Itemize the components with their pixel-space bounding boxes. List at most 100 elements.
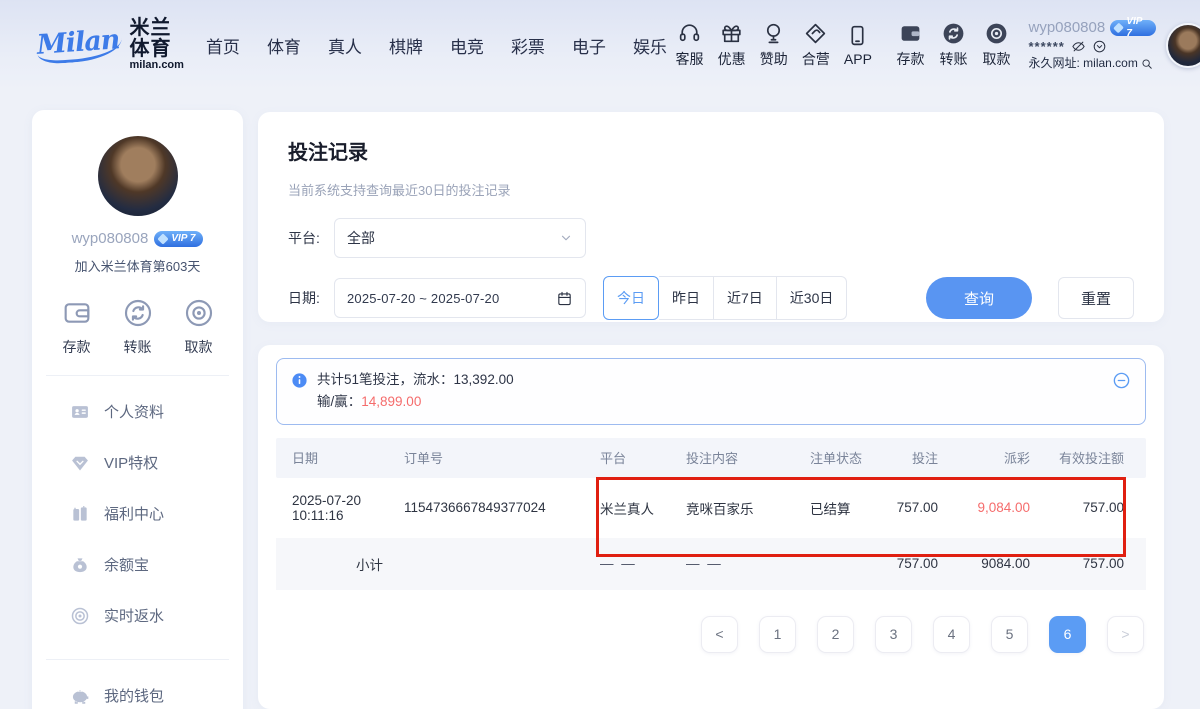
vip-diamond-icon	[70, 453, 90, 473]
subtotal-content-dash: — —	[670, 556, 794, 571]
withdraw-button[interactable]: 取款	[976, 21, 1016, 69]
table-header: 日期 订单号 平台 投注内容 注单状态 投注 派彩 有效投注额	[276, 438, 1146, 478]
transfer-icon	[941, 21, 966, 46]
subtotal-valid: 757.00	[1052, 556, 1146, 571]
sidebar-deposit-button[interactable]: 存款	[61, 297, 93, 357]
handshake-icon	[803, 21, 828, 46]
vip-diamond-icon	[1113, 23, 1124, 34]
range-today-button[interactable]: 今日	[603, 276, 659, 320]
withdraw-outline-icon	[183, 297, 215, 329]
chevron-down-icon	[559, 231, 573, 245]
nav-item-sports[interactable]: 体育	[267, 33, 301, 58]
pagination-page-3[interactable]: 3	[875, 616, 912, 653]
pagination: < 1 2 3 4 5 6 >	[276, 616, 1146, 653]
winloss-value: 14,899.00	[361, 394, 421, 409]
user-info: wyp080808 VIP 7 ****** 永久网址: milan.com	[1028, 19, 1156, 71]
eye-slash-icon[interactable]	[1071, 39, 1086, 54]
reset-button[interactable]: 重置	[1058, 277, 1134, 319]
vip-badge: VIP 7	[1110, 20, 1156, 36]
nav-item-live[interactable]: 真人	[328, 33, 362, 58]
col-date: 日期	[276, 448, 388, 467]
username-text: wyp080808	[1028, 19, 1105, 38]
main-nav: 首页 体育 真人 棋牌 电竞 彩票 电子 娱乐	[206, 33, 667, 58]
sidebar-username: wyp080808	[72, 230, 149, 247]
app-button[interactable]: APP	[838, 23, 877, 67]
subtotal-label: 小计	[276, 554, 388, 574]
partner-button[interactable]: 合营	[796, 21, 835, 69]
search-icon[interactable]	[1140, 57, 1154, 71]
service-button[interactable]: 客服	[670, 21, 709, 69]
range-30days-button[interactable]: 近30日	[777, 276, 848, 320]
nav-item-cards[interactable]: 棋牌	[389, 33, 423, 58]
cell-payout: 9,084.00	[960, 500, 1052, 515]
search-button[interactable]: 查询	[926, 277, 1032, 319]
subtotal-row: 小计 — — — — 757.00 9084.00 757.00	[276, 538, 1146, 590]
sidebar-item-vip[interactable]: VIP特权	[70, 437, 243, 488]
pagination-page-2[interactable]: 2	[817, 616, 854, 653]
site-logo[interactable]: Milan 米兰体育 milan.com	[37, 18, 184, 72]
piggy-bank-icon	[70, 686, 90, 706]
col-bet: 投注	[886, 448, 960, 467]
refresh-circle-icon[interactable]	[1092, 39, 1107, 54]
platform-label: 平台:	[288, 228, 334, 248]
promo-label: 优惠	[718, 49, 746, 69]
info-icon	[291, 372, 308, 389]
balance-masked-text: ******	[1028, 39, 1064, 55]
col-valid: 有效投注额	[1052, 448, 1146, 467]
headset-icon	[677, 21, 702, 46]
pagination-next-button[interactable]: >	[1107, 616, 1144, 653]
subtotal-payout: 9084.00	[960, 556, 1052, 571]
range-7days-button[interactable]: 近7日	[714, 276, 777, 320]
sidebar-transfer-button[interactable]: 转账	[122, 297, 154, 357]
col-status: 注单状态	[794, 448, 886, 467]
pagination-page-4[interactable]: 4	[933, 616, 970, 653]
date-range-input[interactable]: 2025-07-20 ~ 2025-07-20	[334, 278, 586, 318]
filter-card: 投注记录 当前系统支持查询最近30日的投注记录 平台: 全部 日期: 2025-…	[258, 112, 1164, 322]
deposit-button[interactable]: 存款	[890, 21, 930, 69]
wallet-outline-icon	[61, 297, 93, 329]
sidebar-withdraw-button[interactable]: 取款	[183, 297, 215, 357]
nav-item-slots[interactable]: 电子	[572, 33, 606, 58]
transfer-button[interactable]: 转账	[933, 21, 973, 69]
range-yesterday-button[interactable]: 昨日	[659, 276, 714, 320]
turnover-value: 13,392.00	[454, 372, 514, 387]
nav-item-entertainment[interactable]: 娱乐	[633, 33, 667, 58]
nav-item-lottery[interactable]: 彩票	[511, 33, 545, 58]
platform-select[interactable]: 全部	[334, 218, 586, 258]
logo-domain-text: milan.com	[130, 60, 184, 72]
sidebar-item-wallet[interactable]: 我的钱包	[70, 670, 243, 709]
sidebar-item-yuebao[interactable]: 余额宝	[70, 539, 243, 590]
table-row: 2025-07-20 10:11:16 1154736667849377024 …	[276, 478, 1146, 538]
pagination-page-1[interactable]: 1	[759, 616, 796, 653]
nav-item-home[interactable]: 首页	[206, 33, 240, 58]
sidebar-item-rebate[interactable]: 实时返水	[70, 590, 243, 641]
sidebar-vip-badge: VIP 7	[154, 231, 203, 247]
partner-label: 合营	[802, 49, 830, 69]
sponsor-button[interactable]: 赞助	[754, 21, 793, 69]
sidebar-item-welfare[interactable]: 福利中心	[70, 488, 243, 539]
col-payout: 派彩	[960, 448, 1052, 467]
calendar-icon	[556, 290, 573, 307]
pagination-page-6-active[interactable]: 6	[1049, 616, 1086, 653]
user-avatar[interactable]	[1166, 23, 1200, 68]
sidebar-item-profile[interactable]: 个人资料	[70, 386, 243, 437]
nav-item-esports[interactable]: 电竞	[450, 33, 484, 58]
records-card: 共计51笔投注，流水：13,392.00 输/赢：14,899.00 日期 订单…	[258, 345, 1164, 709]
cell-bet: 757.00	[886, 500, 960, 515]
cell-status: 已结算	[794, 498, 886, 518]
pagination-page-5[interactable]: 5	[991, 616, 1028, 653]
cell-content: 竞咪百家乐	[670, 498, 794, 518]
sidebar: wyp080808 VIP 7 加入米兰体育第603天 存款 转账 取款 个人资…	[32, 110, 243, 709]
pagination-prev-button[interactable]: <	[701, 616, 738, 653]
collapse-minus-icon[interactable]	[1112, 371, 1131, 390]
app-label: APP	[844, 51, 872, 67]
subtotal-bet: 757.00	[886, 556, 960, 571]
welfare-icon	[70, 504, 90, 524]
cell-order: 1154736667849377024	[388, 500, 584, 515]
join-days-text: 加入米兰体育第603天	[32, 256, 243, 275]
col-order: 订单号	[388, 448, 584, 467]
col-content: 投注内容	[670, 448, 794, 467]
money-bag-icon	[70, 555, 90, 575]
sidebar-avatar[interactable]	[98, 136, 178, 216]
promo-button[interactable]: 优惠	[712, 21, 751, 69]
